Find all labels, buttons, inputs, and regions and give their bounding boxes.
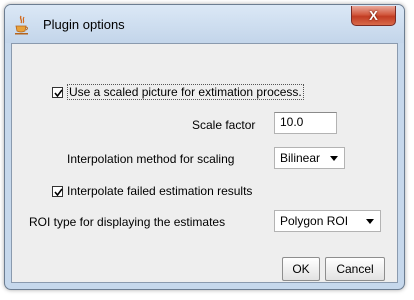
roi-type-select[interactable]: Polygon ROI: [274, 210, 381, 232]
interpolate-failed-label[interactable]: Interpolate failed estimation results: [67, 184, 252, 198]
close-button[interactable]: X: [351, 6, 396, 26]
interpolate-failed-checkbox[interactable]: [52, 185, 63, 197]
window-title: Plugin options: [43, 17, 125, 32]
use-scaled-checkbox[interactable]: [52, 86, 63, 98]
use-scaled-label[interactable]: Use a scaled picture for extimation proc…: [67, 84, 304, 100]
roi-type-value: Polygon ROI: [280, 214, 349, 228]
interpolation-select[interactable]: Bilinear: [274, 147, 345, 169]
title-bar[interactable]: Plugin options X: [5, 5, 404, 43]
interpolate-failed-option[interactable]: Interpolate failed estimation results: [52, 184, 252, 198]
scale-factor-label: Scale factor: [192, 118, 256, 132]
plugin-options-dialog: Plugin options X Use a scaled picture fo…: [4, 4, 405, 290]
chevron-down-icon: [330, 156, 338, 161]
interpolation-value: Bilinear: [280, 151, 321, 165]
java-coffee-cup-icon: [15, 15, 29, 35]
ok-button[interactable]: OK: [282, 257, 320, 281]
scale-factor-input[interactable]: 10.0: [274, 112, 337, 134]
chevron-down-icon: [366, 219, 374, 224]
dialog-content: Use a scaled picture for extimation proc…: [11, 43, 398, 283]
cancel-button[interactable]: Cancel: [325, 257, 385, 281]
roi-type-label: ROI type for displaying the estimates: [29, 215, 226, 229]
use-scaled-option[interactable]: Use a scaled picture for extimation proc…: [52, 84, 304, 100]
interpolation-label: Interpolation method for scaling: [67, 152, 235, 166]
close-icon: X: [369, 8, 378, 23]
